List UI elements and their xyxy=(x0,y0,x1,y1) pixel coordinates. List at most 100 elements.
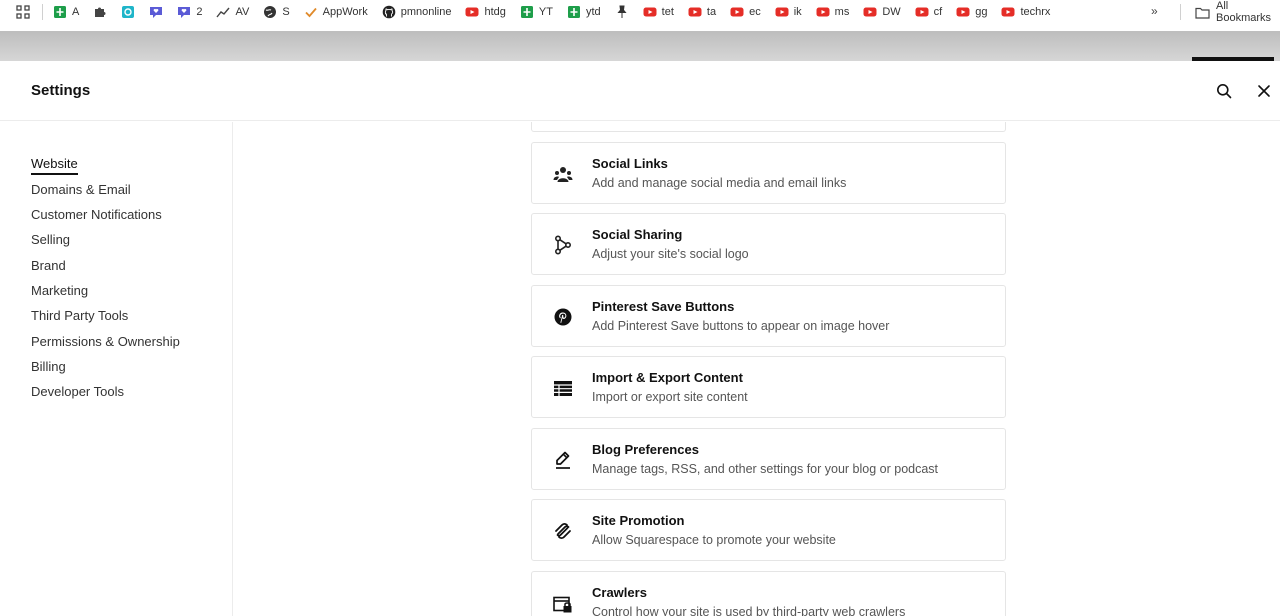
settings-card-site-promotion[interactable]: Site Promotion Allow Squarespace to prom… xyxy=(531,499,1006,561)
sidebar-item-selling[interactable]: Selling xyxy=(31,232,70,247)
sidebar-item-website[interactable]: Website xyxy=(31,156,78,175)
sheets-icon xyxy=(520,5,534,19)
card-description: Adjust your site's social logo xyxy=(592,247,749,261)
settings-sidebar: Website Domains & Email Customer Notific… xyxy=(0,122,233,616)
bookmark-label: 2 xyxy=(196,6,203,18)
settings-card-social-sharing[interactable]: Social Sharing Adjust your site's social… xyxy=(531,213,1006,275)
bookmark-label: htdg xyxy=(484,6,506,18)
youtube-icon xyxy=(915,5,929,19)
pen-edit-icon xyxy=(552,449,574,471)
sidebar-item-domains-email[interactable]: Domains & Email xyxy=(31,182,131,197)
close-icon xyxy=(1257,84,1271,98)
bookmark-label: ta xyxy=(706,6,717,18)
bookmark-item[interactable]: ik xyxy=(775,0,802,24)
bookmark-item[interactable] xyxy=(149,0,163,24)
settings-card-blog-preferences[interactable]: Blog Preferences Manage tags, RSS, and o… xyxy=(531,428,1006,490)
bookmark-item[interactable]: DW xyxy=(863,0,901,24)
card-description: Add Pinterest Save buttons to appear on … xyxy=(592,319,890,333)
bookmark-item[interactable]: AppWork xyxy=(304,0,368,24)
bookmark-item[interactable]: cf xyxy=(915,0,942,24)
bookmark-label: YT xyxy=(538,6,553,18)
search-icon xyxy=(1216,83,1232,99)
squarespace-icon xyxy=(552,520,574,542)
bookmark-item[interactable]: ytd xyxy=(567,0,601,24)
sidebar-item-billing[interactable]: Billing xyxy=(31,359,66,374)
sidebar-item-developer-tools[interactable]: Developer Tools xyxy=(31,384,124,399)
globe-icon xyxy=(263,5,277,19)
bookmark-item[interactable]: ms xyxy=(816,0,850,24)
bookmark-label: gg xyxy=(975,6,988,18)
search-button[interactable] xyxy=(1212,79,1236,103)
bookmark-label: ms xyxy=(834,6,850,18)
card-title: Import & Export Content xyxy=(592,370,743,385)
bookmark-item[interactable]: ec xyxy=(730,0,761,24)
bookmark-label: AppWork xyxy=(322,6,368,18)
settings-card-partial[interactable] xyxy=(531,122,1006,132)
bookmark-item[interactable]: techrx xyxy=(1001,0,1050,24)
card-title: Social Sharing xyxy=(592,227,683,242)
youtube-icon xyxy=(688,5,702,19)
card-title: Social Links xyxy=(592,156,668,171)
bookmark-label: ik xyxy=(793,6,802,18)
people-icon xyxy=(552,163,574,185)
bookmark-item[interactable]: 2 xyxy=(177,0,202,24)
card-title: Pinterest Save Buttons xyxy=(592,299,735,314)
bookmark-item[interactable]: YT xyxy=(520,0,553,24)
sheets-icon xyxy=(53,5,67,19)
settings-panel: Settings Website Domains & Email Custome… xyxy=(0,61,1280,616)
card-description: Import or export site content xyxy=(592,390,748,404)
sidebar-item-customer-notifications[interactable]: Customer Notifications xyxy=(31,207,162,222)
pinterest-icon xyxy=(552,306,574,328)
bookmark-item[interactable]: S xyxy=(263,0,290,24)
card-description: Manage tags, RSS, and other settings for… xyxy=(592,462,939,476)
youtube-icon xyxy=(775,5,789,19)
bookmark-item[interactable]: AV xyxy=(216,0,249,24)
github-icon xyxy=(382,5,396,19)
bookmark-item[interactable]: tet xyxy=(643,0,674,24)
bookmarks-divider xyxy=(1180,4,1181,20)
bookmark-label: ec xyxy=(749,6,761,18)
sidebar-item-marketing[interactable]: Marketing xyxy=(31,283,88,298)
bookmark-item[interactable] xyxy=(93,0,107,24)
all-bookmarks-button[interactable]: All Bookmarks xyxy=(1195,0,1280,24)
bookmarks-divider xyxy=(42,4,43,20)
card-title: Crawlers xyxy=(592,585,647,600)
youtube-icon xyxy=(643,5,657,19)
settings-card-import-export-content[interactable]: Import & Export Content Import or export… xyxy=(531,356,1006,418)
settings-card-pinterest-save-buttons[interactable]: Pinterest Save Buttons Add Pinterest Sav… xyxy=(531,285,1006,347)
bookmark-item[interactable]: ta xyxy=(688,0,716,24)
bookmark-item[interactable] xyxy=(121,0,135,24)
bookmark-item[interactable]: A xyxy=(53,0,79,24)
chat-heart-icon xyxy=(149,5,163,19)
sheets-icon xyxy=(567,5,581,19)
bookmark-label: AV xyxy=(235,6,250,18)
trend-icon xyxy=(216,5,231,19)
close-button[interactable] xyxy=(1252,79,1276,103)
settings-card-social-links[interactable]: Social Links Add and manage social media… xyxy=(531,142,1006,204)
bookmark-label: pmnonline xyxy=(400,6,452,18)
check-icon xyxy=(304,5,318,19)
youtube-icon xyxy=(1001,5,1015,19)
teal-app-icon xyxy=(121,5,135,19)
bookmark-item[interactable]: gg xyxy=(956,0,987,24)
page-title: Settings xyxy=(31,82,91,99)
card-description: Control how your site is used by third-p… xyxy=(592,605,906,616)
sidebar-item-permissions-ownership[interactable]: Permissions & Ownership xyxy=(31,334,180,349)
bookmark-item[interactable]: pmnonline xyxy=(382,0,452,24)
bookmark-item[interactable]: htdg xyxy=(465,0,506,24)
bookmarks-overflow-button[interactable]: » xyxy=(1151,4,1158,18)
puzzle-icon xyxy=(93,5,107,19)
bookmark-label: techrx xyxy=(1020,6,1051,18)
pin-icon xyxy=(615,5,629,19)
crawler-lock-icon xyxy=(552,594,574,616)
bookmark-item[interactable] xyxy=(615,0,629,24)
sidebar-item-brand[interactable]: Brand xyxy=(31,258,66,273)
card-title: Site Promotion xyxy=(592,513,685,528)
card-description: Add and manage social media and email li… xyxy=(592,176,847,190)
apps-grid-icon[interactable] xyxy=(16,5,30,19)
settings-card-crawlers[interactable]: Crawlers Control how your site is used b… xyxy=(531,571,1006,616)
youtube-icon xyxy=(730,5,744,19)
folder-icon xyxy=(1195,6,1210,19)
sidebar-item-third-party-tools[interactable]: Third Party Tools xyxy=(31,308,128,323)
card-title: Blog Preferences xyxy=(592,442,699,457)
